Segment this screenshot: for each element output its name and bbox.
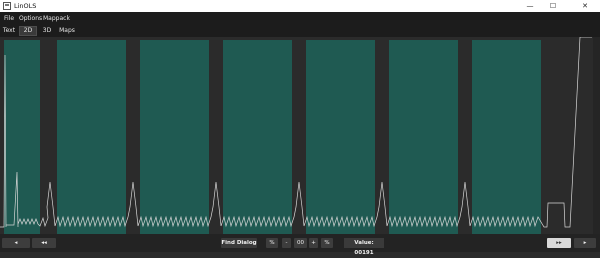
map-region-6[interactable] <box>389 40 458 234</box>
app-icon <box>3 2 11 10</box>
minus-button[interactable]: - <box>282 238 291 248</box>
map-region-7[interactable] <box>472 40 541 234</box>
view-tab-bar: Text 2D 3D Maps <box>0 25 600 37</box>
menu-mappack[interactable]: Mappack <box>43 15 70 23</box>
map-region-2[interactable] <box>57 40 126 234</box>
menu-bar: File Options Mappack <box>0 12 600 25</box>
scroll-right-button[interactable]: ▸ <box>574 238 596 248</box>
page-right-button[interactable]: ▸▸ <box>547 238 571 248</box>
hex-value-field[interactable]: 00 <box>294 238 307 248</box>
title-bar: LinOLS — ☐ ✕ <box>0 0 600 12</box>
map-region-4[interactable] <box>223 40 292 234</box>
window-title: LinOLS <box>14 2 37 10</box>
tab-text[interactable]: Text <box>2 26 16 36</box>
percent-button-1[interactable]: % <box>266 238 278 248</box>
menu-file[interactable]: File <box>4 15 14 23</box>
percent-button-2[interactable]: % <box>321 238 333 248</box>
map-region-3[interactable] <box>140 40 209 234</box>
hex-2d-view[interactable] <box>0 37 600 234</box>
page-left-button[interactable]: ◂◂ <box>32 238 56 248</box>
maximize-button[interactable]: ☐ <box>543 0 563 12</box>
tab-2d[interactable]: 2D <box>19 26 37 36</box>
value-readout: Value: 00191 <box>344 238 384 256</box>
plus-button[interactable]: + <box>309 238 318 248</box>
scroll-left-button[interactable]: ◂ <box>2 238 30 248</box>
bottom-toolbar: ◂ ◂◂ Find Dialog % - 00 + % Value: 00191… <box>0 234 600 256</box>
map-region-5[interactable] <box>306 40 375 234</box>
find-dialog-button[interactable]: Find Dialog <box>221 238 257 248</box>
minimize-button[interactable]: — <box>520 0 540 12</box>
tab-maps[interactable]: Maps <box>58 26 76 36</box>
tab-3d[interactable]: 3D <box>40 26 54 36</box>
close-button[interactable]: ✕ <box>575 0 595 12</box>
vertical-scrollbar[interactable] <box>593 37 600 234</box>
menu-options[interactable]: Options <box>19 15 42 23</box>
map-region-1[interactable] <box>4 40 40 234</box>
